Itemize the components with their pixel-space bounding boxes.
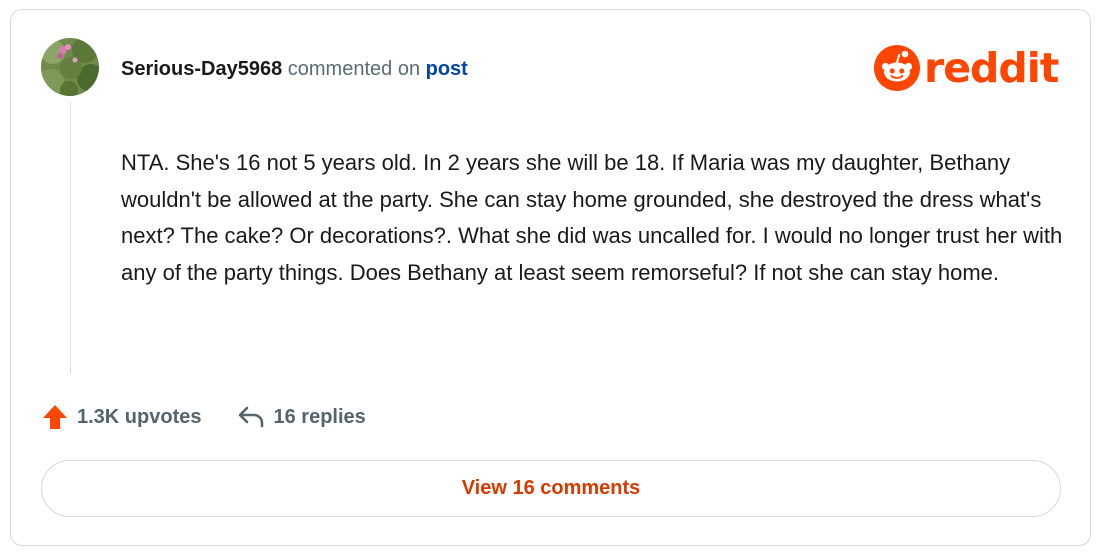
- reply-arrow-icon: [239, 406, 264, 428]
- thread-line: [70, 102, 71, 374]
- replies-button[interactable]: 16 replies: [237, 405, 366, 429]
- avatar[interactable]: [41, 38, 99, 96]
- upvote-count: 1.3K upvotes: [77, 405, 202, 428]
- action-text: commented on: [287, 58, 421, 80]
- comment-card: Serious-Day5968 commented on post reddit…: [10, 9, 1091, 546]
- reddit-wordmark: reddit: [924, 44, 1059, 92]
- comment-body: NTA. She's 16 not 5 years old. In 2 year…: [121, 150, 1063, 285]
- username[interactable]: Serious-Day5968: [121, 58, 282, 80]
- comment-actions: 1.3K upvotes 16 replies: [41, 400, 366, 434]
- upvote-arrow-icon: [43, 405, 67, 429]
- comment-header: Serious-Day5968 commented on post: [121, 56, 468, 82]
- reddit-logo[interactable]: reddit: [874, 42, 1059, 94]
- post-link[interactable]: post: [426, 58, 468, 80]
- view-comments-button[interactable]: View 16 comments: [41, 460, 1061, 517]
- reddit-snoo-icon: [874, 45, 920, 91]
- reply-count: 16 replies: [273, 405, 366, 428]
- upvote-button[interactable]: 1.3K upvotes: [41, 403, 201, 431]
